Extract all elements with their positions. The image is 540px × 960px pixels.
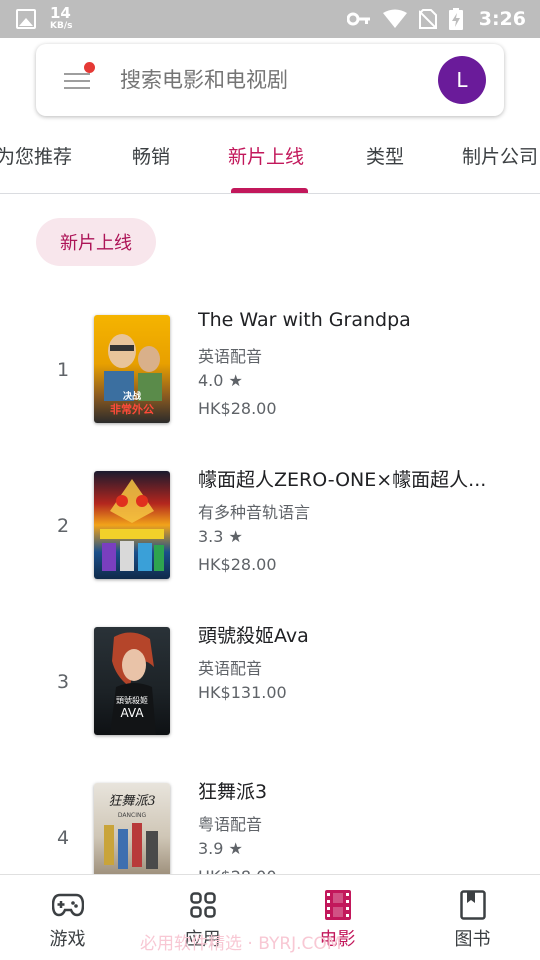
movie-rank: 1: [56, 359, 70, 381]
network-speed: 14 KB/s: [50, 6, 72, 31]
movie-price: HK$131.00: [198, 683, 287, 702]
movie-title: 頭號殺姬Ava: [198, 625, 309, 647]
search-bar[interactable]: L: [36, 44, 504, 116]
menu-icon-line: [64, 87, 90, 89]
gamepad-icon: [51, 889, 84, 921]
nav-games[interactable]: 游戏: [0, 875, 135, 960]
movie-rating: 3.9 ★: [198, 839, 243, 858]
movie-rating: 4.0 ★: [198, 371, 243, 390]
movie-title: 幪面超人ZERO-ONE×幪面超人...: [198, 469, 487, 491]
nav-label: 应用: [184, 929, 221, 950]
movie-title: The War with Grandpa: [198, 309, 411, 331]
network-speed-value: 14: [50, 4, 71, 22]
status-bar: 14 KB/s 3:26: [0, 0, 540, 38]
nav-apps[interactable]: 应用: [135, 875, 270, 960]
movie-rank: 4: [56, 827, 70, 849]
movie-rank: 2: [56, 515, 70, 537]
filter-chip[interactable]: 新片上线: [36, 218, 156, 266]
clock: 3:26: [478, 8, 526, 30]
poster-art-image: 决战 非常外公: [104, 334, 162, 416]
nav-label: 图书: [454, 929, 491, 950]
search-input[interactable]: [120, 64, 420, 96]
tab-new-releases[interactable]: 新片上线: [228, 142, 304, 169]
movie-item[interactable]: 3 頭號殺姬 AVA 頭號殺姬Ava 英语配音 HK$131.00: [0, 625, 540, 767]
active-tab-indicator: [231, 188, 308, 193]
svg-text:非常外公: 非常外公: [110, 402, 154, 416]
bottom-navigation: 游戏 应用 电影 图书 必用软件精选 · BYRJ.COM: [0, 874, 540, 960]
poster-art-image: [100, 479, 164, 571]
tab-best-selling[interactable]: 畅销: [132, 142, 170, 169]
movie-audio-info: 有多种音轨语言: [198, 503, 311, 522]
tab-genres[interactable]: 类型: [366, 142, 404, 169]
movie-price: HK$28.00: [198, 399, 277, 418]
movie-poster[interactable]: 頭號殺姬 AVA: [94, 627, 170, 735]
movie-poster[interactable]: [94, 471, 170, 579]
movie-rating: 3.3 ★: [198, 527, 243, 546]
svg-text:AVA: AVA: [120, 706, 144, 720]
category-tabs: 为您推荐 畅销 新片上线 类型 制片公司: [0, 128, 540, 194]
svg-text:狂舞派3: 狂舞派3: [108, 794, 155, 809]
movie-audio-info: 粤语配音: [198, 815, 263, 834]
movie-title: 狂舞派3: [198, 781, 268, 803]
wifi-icon: [382, 9, 407, 28]
movie-audio-info: 英语配音: [198, 659, 263, 678]
book-icon: [457, 889, 489, 921]
movie-poster[interactable]: 决战 非常外公: [94, 315, 170, 423]
menu-button[interactable]: [62, 62, 95, 94]
movie-item[interactable]: 2 幪面超人ZERO-ONE×幪面超人... 有多种音轨语言 3.3 ★ HK$…: [0, 469, 540, 611]
svg-text:頭號殺姬: 頭號殺姬: [116, 695, 148, 705]
image-notification-icon: [16, 8, 36, 29]
apps-grid-icon: [187, 889, 219, 921]
movie-price: HK$28.00: [198, 555, 277, 574]
nav-movies[interactable]: 电影: [270, 875, 405, 960]
svg-text:决战: 决战: [123, 390, 141, 402]
movie-item[interactable]: 1 决战 非常外公 The War with Grandpa 英语配音 4.0 …: [0, 309, 540, 455]
menu-icon-line: [64, 80, 90, 82]
avatar[interactable]: L: [438, 56, 486, 104]
nav-books[interactable]: 图书: [405, 875, 540, 960]
nav-label: 游戏: [49, 929, 86, 950]
menu-icon: [64, 73, 90, 75]
no-sim-icon: [418, 9, 437, 29]
battery-charging-icon: [448, 8, 463, 30]
key-icon: [346, 12, 370, 26]
notification-dot: [84, 62, 95, 73]
svg-text:DANCING: DANCING: [118, 812, 147, 819]
nav-label: 电影: [319, 929, 356, 950]
tab-studios[interactable]: 制片公司: [462, 142, 538, 169]
movie-rank: 3: [56, 671, 70, 693]
film-icon: [322, 889, 354, 921]
poster-art-image: 頭號殺姬 AVA: [110, 632, 156, 735]
movie-audio-info: 英语配音: [198, 347, 263, 366]
tab-recommended[interactable]: 为您推荐: [0, 142, 72, 169]
network-speed-unit: KB/s: [50, 21, 73, 31]
